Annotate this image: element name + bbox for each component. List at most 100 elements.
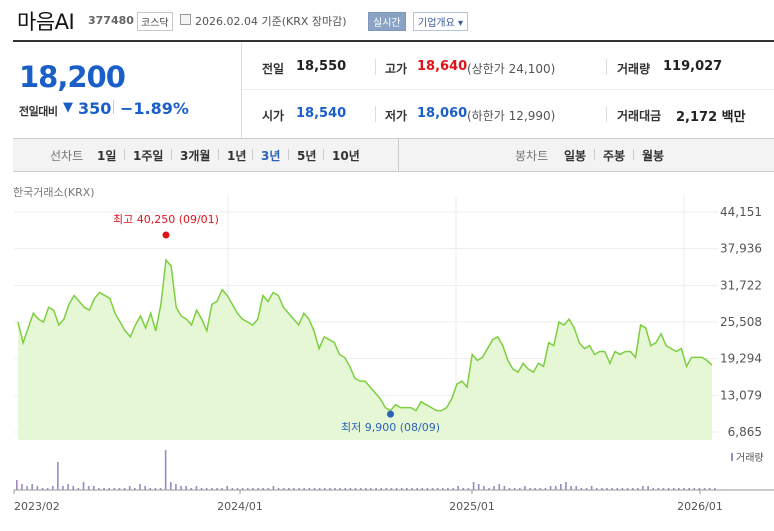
upper-limit: (상한가 24,100)	[467, 62, 556, 76]
y-tick-label: 31,722	[720, 278, 762, 292]
market-badge: 코스닥	[137, 12, 173, 31]
lower-limit: (하한가 12,990)	[467, 109, 556, 123]
prev-close-label: 전일	[262, 62, 285, 76]
volume-bar	[549, 486, 552, 490]
volume-bar	[477, 484, 480, 490]
volume-bar	[560, 484, 562, 490]
period-10y[interactable]: 10년	[332, 147, 360, 164]
volume-bar	[36, 486, 39, 490]
volume-value: 119,027	[663, 59, 723, 74]
volume-legend-swatch	[731, 453, 733, 461]
y-tick-label: 37,936	[720, 242, 762, 256]
change-separator	[113, 100, 114, 114]
stock-code: 377480	[88, 14, 134, 27]
toolbar-separator	[633, 149, 634, 160]
volume-bar	[575, 486, 578, 490]
max-label: 최고 40,250 (09/01)	[113, 213, 219, 226]
volume-bar	[144, 486, 146, 490]
stock-name: 마음AI	[17, 10, 75, 34]
volume-bar	[647, 486, 649, 490]
toolbar-separator	[124, 149, 125, 160]
price-area	[18, 260, 712, 440]
trade-value: 2,172 백만	[676, 110, 746, 125]
change-value: 350	[78, 99, 112, 118]
volume-bar	[180, 486, 182, 490]
volume-bar	[92, 486, 95, 490]
period-1w[interactable]: 1주일	[133, 147, 163, 164]
volume-bar	[570, 486, 572, 490]
volume-label: 거래량	[617, 62, 651, 76]
volume-bar	[554, 486, 557, 490]
y-tick-label: 19,294	[720, 352, 762, 366]
trade-value-label: 거래대금	[617, 109, 662, 123]
toolbar-divider	[398, 139, 399, 171]
volume-bar	[57, 462, 59, 490]
volume-bar	[87, 486, 90, 490]
down-arrow-icon: ▼	[63, 100, 73, 115]
toolbar-separator	[252, 149, 253, 160]
toolbar-separator	[288, 149, 289, 160]
volume-bar	[272, 486, 275, 490]
toolbar-separator	[218, 149, 219, 160]
line-chart-label: 선차트	[50, 149, 84, 163]
y-tick-label: 25,508	[720, 315, 762, 329]
volume-bar	[590, 486, 593, 490]
candle-daily[interactable]: 일봉	[564, 147, 586, 164]
max-marker	[162, 231, 170, 239]
y-tick-label: 13,079	[720, 388, 762, 402]
calendar-icon	[180, 14, 191, 25]
period-1d[interactable]: 1일	[97, 147, 116, 164]
volume-bar	[169, 482, 172, 490]
volume-bar	[483, 486, 485, 490]
company-info-button[interactable]: 기업개요 ▾	[413, 12, 468, 31]
stats-row-divider	[242, 89, 774, 90]
volume-bar	[524, 486, 526, 490]
current-price: 18,200	[19, 60, 126, 94]
price-chart[interactable]: 44,151 37,936 31,722 25,508 19,294 13,079 6,86…	[0, 196, 774, 440]
min-label: 최저 9,900 (08/09)	[341, 421, 440, 434]
volume-bar	[457, 486, 459, 490]
change-percent: −1.89%	[120, 99, 189, 118]
volume-bar	[139, 484, 141, 490]
prev-close-value: 18,550	[296, 59, 347, 74]
low-value: 18,060	[417, 106, 468, 121]
high-value: 18,640	[417, 59, 468, 74]
volume-bar	[195, 486, 198, 490]
candle-weekly[interactable]: 주봉	[603, 147, 625, 164]
volume-bar	[72, 486, 75, 490]
volume-bar	[82, 482, 85, 490]
high-label: 고가	[385, 62, 408, 76]
volume-bar	[498, 484, 501, 490]
y-tick-label: 6,865	[728, 425, 762, 439]
stat-separator	[606, 106, 607, 122]
period-5y[interactable]: 5년	[297, 147, 316, 164]
volume-bar	[51, 486, 54, 490]
change-label: 전일대비	[19, 105, 58, 118]
x-tick-label: 2026/01	[677, 500, 723, 513]
toolbar-separator	[171, 149, 172, 160]
base-date: 2026.02.04 기준(KRX 장마감)	[195, 15, 347, 28]
volume-bar	[493, 486, 495, 490]
realtime-button[interactable]: 실시간	[368, 12, 406, 31]
candle-chart-label: 봉차트	[515, 149, 549, 163]
volume-bar	[62, 486, 64, 490]
volume-chart: 거래량 2023/02 2024/01 2025/01 2026/01	[13, 450, 774, 513]
volume-bar	[175, 484, 177, 490]
period-1y[interactable]: 1년	[227, 147, 246, 164]
candle-monthly[interactable]: 월봉	[642, 147, 664, 164]
period-3m[interactable]: 3개월	[180, 147, 210, 164]
volume-bar	[565, 482, 567, 490]
period-3y[interactable]: 3년	[261, 147, 280, 164]
volume-bar	[67, 484, 69, 490]
stat-separator	[606, 59, 607, 75]
volume-legend: 거래량	[736, 452, 764, 464]
volume-bar	[128, 486, 131, 490]
volume-bar	[164, 450, 167, 490]
volume-bar	[642, 486, 644, 490]
x-tick-label: 2023/02	[14, 500, 60, 513]
open-value: 18,540	[296, 106, 347, 121]
volume-bar	[16, 480, 18, 490]
toolbar-separator	[323, 149, 324, 160]
x-tick-label: 2025/01	[449, 500, 495, 513]
volume-bar	[226, 486, 229, 490]
